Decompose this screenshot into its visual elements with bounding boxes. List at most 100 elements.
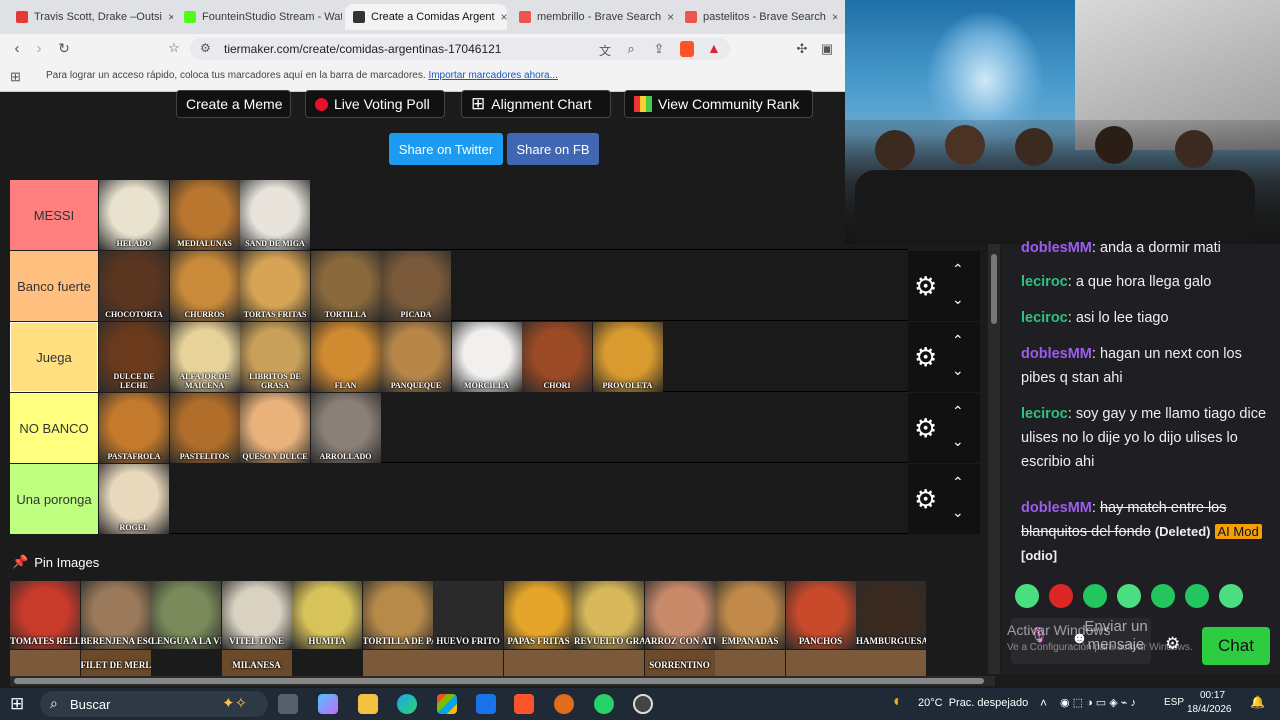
- tier-item[interactable]: MEDIALUNAS: [169, 180, 240, 250]
- app-icon-orange[interactable]: [554, 694, 574, 714]
- emote-icon[interactable]: [1083, 584, 1107, 608]
- tier-item[interactable]: CHURROS: [169, 251, 240, 321]
- pool-item[interactable]: PANCHOS: [785, 581, 856, 649]
- tier-label[interactable]: Juega: [10, 322, 98, 392]
- wallet-icon[interactable]: ▣: [818, 41, 836, 57]
- pool-item[interactable]: ARROZ CON ATÚN: [644, 581, 715, 649]
- tray-chevron-icon[interactable]: ˄: [1040, 696, 1047, 710]
- tier-label[interactable]: Una poronga: [10, 464, 98, 534]
- extensions-icon[interactable]: ✣: [793, 41, 811, 57]
- file-explorer-icon[interactable]: [358, 694, 378, 714]
- move-down-icon[interactable]: ⌄: [952, 433, 964, 450]
- tier-item[interactable]: DULCE DE LECHE: [99, 322, 169, 392]
- tier-item[interactable]: ALFAJOR DE MAICENA: [169, 322, 240, 392]
- emote-icon[interactable]: [1117, 584, 1141, 608]
- apps-icon[interactable]: ⊞: [10, 69, 21, 85]
- page-scrollbar[interactable]: [988, 244, 1000, 674]
- live-voting-poll-button[interactable]: Live Voting Poll: [305, 90, 445, 118]
- chat-username[interactable]: leciroc: [1021, 406, 1068, 422]
- chat-username[interactable]: doblesMM: [1021, 346, 1092, 362]
- horizontal-scrollbar[interactable]: [10, 676, 995, 686]
- browser-tab[interactable]: Create a Comidas Argent ×: [345, 4, 507, 30]
- zoom-icon[interactable]: ⌕: [622, 41, 640, 57]
- tier-item[interactable]: PASTELITOS: [169, 393, 240, 463]
- tier-item[interactable]: ARROLLADO: [310, 393, 381, 463]
- move-up-icon[interactable]: ⌃: [952, 474, 964, 491]
- back-icon[interactable]: ‹: [8, 40, 26, 57]
- share-fb-button[interactable]: Share on FB: [507, 133, 599, 165]
- tab-close-icon[interactable]: ×: [667, 10, 674, 24]
- chat-username[interactable]: doblesMM: [1021, 240, 1092, 256]
- pool-item[interactable]: [362, 650, 433, 676]
- community-rank-button[interactable]: View Community Rank: [624, 90, 813, 118]
- tray-icons[interactable]: ◉ ⬚ ◑ ▭ ◈ ⌁ ♪: [1060, 696, 1136, 709]
- chat-send-button[interactable]: Chat: [1202, 627, 1270, 665]
- browser-tab[interactable]: membrillo - Brave Search ×: [511, 4, 674, 30]
- browser-tab[interactable]: pastelitos - Brave Search ×: [677, 4, 837, 30]
- tier-settings-icon[interactable]: ⚙: [914, 486, 937, 512]
- brave-shield-icon[interactable]: [680, 41, 694, 57]
- site-info-icon[interactable]: ⚙: [200, 41, 211, 55]
- tier-item[interactable]: PANQUEQUE: [381, 322, 451, 392]
- move-up-icon[interactable]: ⌃: [952, 403, 964, 420]
- pool-item[interactable]: VITEL TONE: [221, 581, 292, 649]
- tab-close-icon[interactable]: ×: [832, 10, 837, 24]
- pool-item[interactable]: EMPANADAS: [715, 581, 785, 649]
- pool-item[interactable]: [715, 650, 785, 676]
- tier-item[interactable]: PICADA: [381, 251, 451, 321]
- tab-close-icon[interactable]: ×: [501, 10, 507, 24]
- chat-username[interactable]: leciroc: [1021, 310, 1068, 326]
- pool-item[interactable]: HAMBURGUESA: [856, 581, 926, 649]
- tier-item[interactable]: CHOCOTORTA: [99, 251, 169, 321]
- chat-username[interactable]: leciroc: [1021, 274, 1068, 290]
- move-up-icon[interactable]: ⌃: [952, 332, 964, 349]
- pin-images-toggle[interactable]: 📌 Pin Images: [12, 554, 99, 570]
- tab-close-icon[interactable]: ×: [168, 10, 173, 24]
- tier-item[interactable]: SAND DE MIGA: [240, 180, 310, 250]
- store-icon[interactable]: [437, 694, 457, 714]
- tier-settings-icon[interactable]: ⚙: [914, 344, 937, 370]
- pool-item[interactable]: [433, 650, 503, 676]
- pool-item[interactable]: TOMATES RELLENOS: [10, 581, 80, 649]
- pool-item[interactable]: PAPAS FRITAS: [503, 581, 574, 649]
- task-view-icon[interactable]: [278, 694, 298, 714]
- pool-item[interactable]: [574, 650, 644, 676]
- tier-label[interactable]: MESSI: [10, 180, 98, 250]
- tier-settings-icon[interactable]: ⚙: [914, 415, 937, 441]
- translate-icon[interactable]: 文: [596, 42, 614, 59]
- pool-item[interactable]: REVUELTO GRAMAJO: [574, 581, 644, 649]
- language-indicator[interactable]: ESP: [1164, 697, 1184, 708]
- obs-icon[interactable]: [633, 694, 653, 714]
- edge-icon[interactable]: [397, 694, 417, 714]
- pool-item[interactable]: SORRENTINO: [644, 650, 715, 676]
- move-down-icon[interactable]: ⌄: [952, 291, 964, 308]
- pool-item[interactable]: MILANESA: [221, 650, 292, 676]
- clock-time[interactable]: 00:17: [1200, 690, 1225, 701]
- move-down-icon[interactable]: ⌄: [952, 362, 964, 379]
- import-bookmarks-link[interactable]: Importar marcadores ahora...: [428, 70, 558, 81]
- tier-label[interactable]: Banco fuerte: [10, 251, 98, 321]
- tier-item[interactable]: TORTAS FRITAS: [240, 251, 310, 321]
- tier-item[interactable]: MORCILLA: [451, 322, 522, 392]
- tier-item[interactable]: CHORI: [522, 322, 592, 392]
- pool-item[interactable]: BERENJENA ESCABECHE: [80, 581, 151, 649]
- move-up-icon[interactable]: ⌃: [952, 261, 964, 278]
- browser-tab[interactable]: FounteinStudio Stream - Wat×: [176, 4, 342, 30]
- move-down-icon[interactable]: ⌄: [952, 504, 964, 521]
- tier-item[interactable]: FLAN: [310, 322, 381, 392]
- alignment-chart-button[interactable]: ⊞ Alignment Chart: [461, 90, 611, 118]
- chat-username[interactable]: doblesMM: [1021, 500, 1092, 516]
- horizontal-scrollbar-thumb[interactable]: [14, 678, 984, 684]
- notification-icon[interactable]: 🔔: [1250, 695, 1265, 709]
- copilot-icon[interactable]: [318, 694, 338, 714]
- pool-item[interactable]: [856, 650, 926, 676]
- whatsapp-icon[interactable]: [594, 694, 614, 714]
- browser-tab[interactable]: Travis Scott, Drake –Outsi ×: [8, 4, 173, 30]
- tier-item[interactable]: ROGEL: [99, 464, 169, 534]
- tier-item[interactable]: LIBRITOS DE GRASA: [240, 322, 310, 392]
- tier-item[interactable]: QUESO Y DULCE: [240, 393, 310, 463]
- tier-item[interactable]: PASTAFROLA: [99, 393, 169, 463]
- tier-settings-icon[interactable]: ⚙: [914, 273, 937, 299]
- pool-item[interactable]: TORTILLA DE PAPAS: [362, 581, 433, 649]
- pool-item[interactable]: HUMITA: [292, 581, 362, 649]
